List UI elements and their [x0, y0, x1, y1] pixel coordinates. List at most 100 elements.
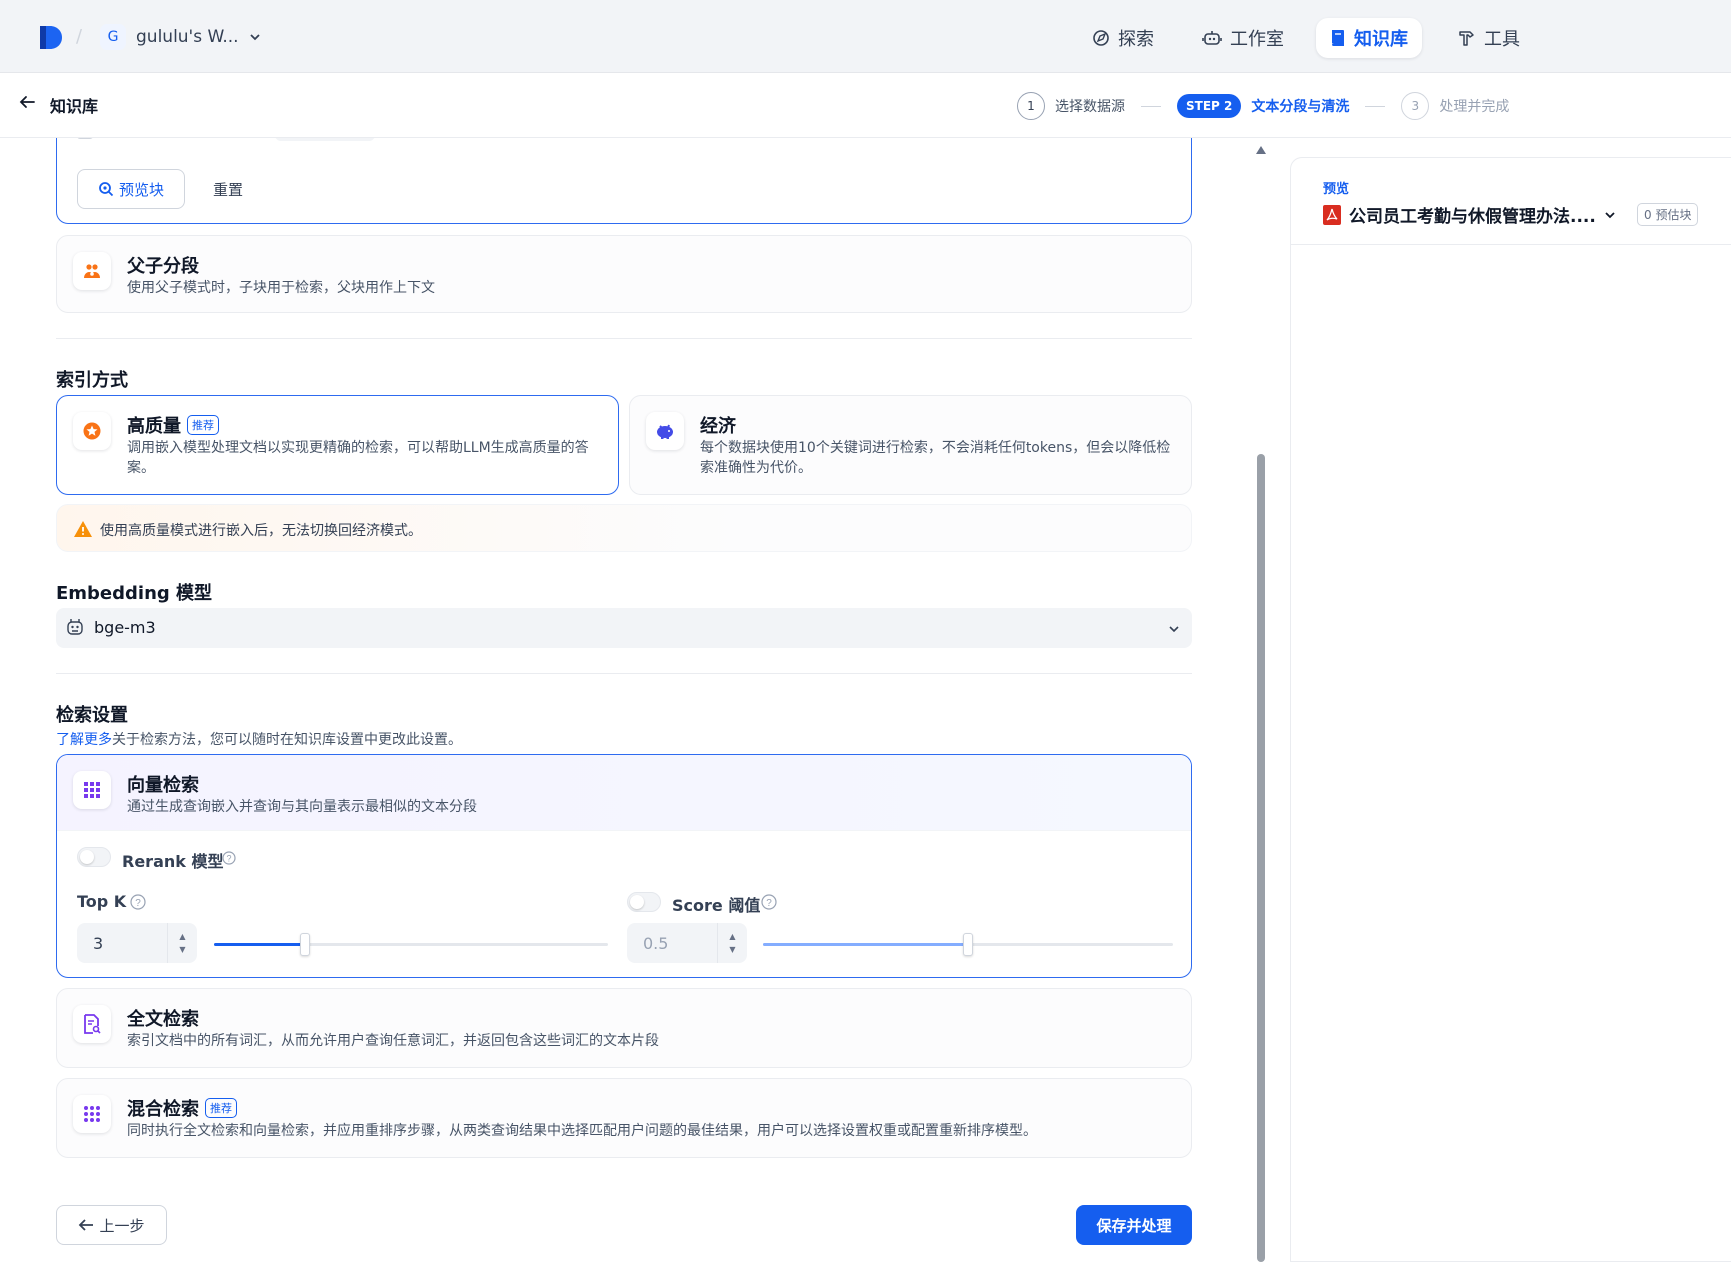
app-logo[interactable]: [38, 24, 64, 51]
nav-tools[interactable]: 工具: [1444, 18, 1534, 58]
embedding-model-select[interactable]: bge-m3: [56, 608, 1192, 648]
robot-icon: [1202, 31, 1222, 45]
nav-knowledge-label: 知识库: [1354, 29, 1408, 50]
score-slider-handle[interactable]: [963, 933, 973, 956]
step-3-label: 处理并完成: [1439, 99, 1510, 115]
topk-slider[interactable]: [214, 933, 608, 956]
chevron-down-icon: [1169, 626, 1179, 633]
step-1-label: 选择数据源: [1055, 99, 1125, 115]
recommended-badge: 推荐: [187, 415, 219, 435]
nav-studio[interactable]: 工作室: [1188, 18, 1298, 58]
scroll-up-arrow-icon[interactable]: [1256, 146, 1266, 154]
estimated-chunks-badge: 0 预估块: [1637, 203, 1699, 226]
preview-panel: 预览 公司员工考勤与休假管理办法.... 0 预估块: [1290, 157, 1731, 1262]
nav-explore[interactable]: 探索: [1078, 18, 1168, 58]
previous-step-label: 上一步: [99, 1216, 145, 1235]
help-circle-icon[interactable]: ?: [761, 894, 777, 910]
top-bar: / G gululu's W... 探索 工作室 知识库 工具: [0, 0, 1731, 73]
score-threshold-toggle[interactable]: [627, 892, 661, 912]
stepper: 1 选择数据源 STEP 2 文本分段与清洗 3 处理并完成: [1017, 92, 1509, 120]
economy-card[interactable]: 经济 每个数据块使用10个关键词进行检索，不会消耗任何tokens，但会以降低检…: [629, 395, 1192, 495]
scrollbar[interactable]: [1256, 138, 1266, 1262]
hybrid-search-desc: 同时执行全文检索和向量检索，并应用重排序步骤，从两类查询结果中选择匹配用户问题的…: [127, 1123, 1037, 1139]
score-stepper[interactable]: ▲ ▼: [717, 923, 747, 963]
help-circle-icon[interactable]: ?: [130, 894, 146, 910]
chevron-up-icon[interactable]: ▲: [729, 932, 735, 941]
divider: [56, 673, 1192, 674]
workspace-avatar: G: [100, 24, 126, 50]
compass-icon: [1093, 30, 1109, 46]
model-icon: [67, 619, 83, 635]
topk-stepper[interactable]: ▲ ▼: [167, 923, 197, 963]
grid-dots-icon: [84, 782, 100, 798]
page-title: 知识库: [50, 97, 99, 116]
chevron-down-icon[interactable]: ▼: [729, 945, 735, 954]
vector-search-card[interactable]: 向量检索 通过生成查询嵌入并查询与其向量表示最相似的文本分段 Rerank 模型…: [56, 754, 1192, 978]
vector-search-desc: 通过生成查询嵌入并查询与其向量表示最相似的文本分段: [127, 799, 477, 815]
index-mode-warning: 使用高质量模式进行嵌入后，无法切换回经济模式。: [56, 504, 1192, 552]
embedding-title: Embedding 模型: [56, 583, 213, 604]
star-badge-icon: [83, 422, 101, 440]
step-divider: [1141, 105, 1161, 107]
help-circle-icon[interactable]: ?: [222, 851, 236, 865]
reset-button[interactable]: 重置: [213, 179, 243, 200]
chevron-up-icon[interactable]: ▲: [179, 932, 185, 941]
fulltext-search-title: 全文检索: [127, 1009, 199, 1030]
search-icon: [99, 182, 114, 197]
preview-chunks-button[interactable]: 预览块: [77, 169, 185, 209]
score-slider-fill: [763, 943, 968, 946]
score-threshold-label: Score 阈值: [672, 896, 761, 915]
vector-search-header: [57, 755, 1191, 831]
topk-value: 3: [93, 933, 104, 953]
economy-title: 经济: [700, 416, 736, 437]
fulltext-search-card[interactable]: 全文检索 索引文档中的所有词汇，从而允许用户查询任意词汇，并返回包含这些词汇的文…: [56, 988, 1192, 1068]
back-arrow-icon[interactable]: [18, 93, 36, 111]
topk-input[interactable]: 3 ▲ ▼: [77, 923, 197, 963]
grid-dots-icon: [84, 1106, 100, 1122]
warning-triangle-icon: [74, 521, 92, 537]
vector-search-title: 向量检索: [127, 775, 199, 796]
main-panel: 预览块 重置 父子分段 使用父子模式时，子块用于检索，父块用作上下文 索引方式 …: [0, 138, 1250, 1262]
book-icon: [1332, 30, 1344, 46]
score-threshold-slider[interactable]: [763, 933, 1173, 956]
economy-icon-box: [646, 412, 684, 450]
warning-text: 使用高质量模式进行嵌入后，无法切换回经济模式。: [100, 523, 422, 539]
recommended-badge: 推荐: [205, 1098, 237, 1118]
chevron-down-icon[interactable]: ▼: [179, 945, 185, 954]
svg-text:?: ?: [766, 898, 772, 909]
chevron-down-icon: [249, 34, 260, 41]
breadcrumb-separator: /: [76, 26, 83, 47]
previous-step-button[interactable]: 上一步: [56, 1205, 167, 1245]
sub-header: 知识库 1 选择数据源 STEP 2 文本分段与清洗 3 处理并完成: [0, 73, 1731, 138]
step-2-label: 文本分段与清洗: [1251, 99, 1350, 115]
save-and-process-button[interactable]: 保存并处理: [1076, 1205, 1192, 1245]
scroll-thumb[interactable]: [1257, 454, 1265, 1262]
preview-chunks-label: 预览块: [118, 180, 164, 199]
checkbox[interactable]: [77, 138, 93, 139]
hammer-icon: [1459, 31, 1474, 46]
hybrid-icon-box: [73, 1095, 111, 1133]
nav-knowledge[interactable]: 知识库: [1316, 18, 1422, 58]
parent-child-title: 父子分段: [127, 256, 199, 277]
document-selector[interactable]: 公司员工考勤与休假管理办法....: [1323, 202, 1616, 227]
pdf-file-icon: [1323, 204, 1341, 225]
vector-icon-box: [73, 771, 111, 809]
svg-text:?: ?: [135, 898, 141, 909]
high-quality-card[interactable]: 高质量 推荐 调用嵌入模型处理文档以实现更精确的检索，可以帮助LLM生成高质量的…: [56, 395, 619, 495]
step-3-number: 3: [1401, 92, 1430, 120]
nav-tools-label: 工具: [1484, 29, 1520, 50]
input-field[interactable]: [275, 138, 375, 141]
score-threshold-input[interactable]: 0.5 ▲ ▼: [627, 923, 747, 963]
rerank-toggle[interactable]: [77, 847, 111, 867]
step-2-pill: STEP 2: [1177, 94, 1242, 118]
parent-child-segment-card[interactable]: 父子分段 使用父子模式时，子块用于检索，父块用作上下文: [56, 235, 1192, 313]
fulltext-icon-box: [73, 1005, 111, 1043]
arrow-left-icon: [79, 1219, 94, 1231]
workspace-selector[interactable]: G gululu's W...: [100, 22, 261, 52]
learn-more-link[interactable]: 了解更多: [56, 732, 112, 748]
document-search-icon: [84, 1014, 101, 1034]
hybrid-search-card[interactable]: 混合检索 推荐 同时执行全文检索和向量检索，并应用重排序步骤，从两类查询结果中选…: [56, 1078, 1192, 1158]
topk-slider-handle[interactable]: [299, 933, 310, 956]
step-1-number: 1: [1017, 92, 1045, 120]
family-icon: [84, 264, 100, 278]
